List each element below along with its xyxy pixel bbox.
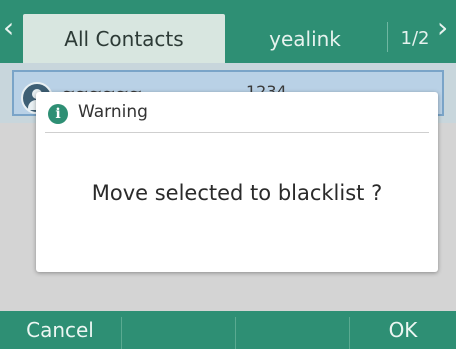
dialog-header: i Warning xyxy=(36,92,438,132)
tab-divider xyxy=(387,22,388,52)
tab-all-contacts[interactable]: All Contacts xyxy=(23,14,225,63)
tab-label: yealink xyxy=(269,26,341,51)
cancel-button[interactable]: Cancel xyxy=(0,311,120,349)
ok-button[interactable]: OK xyxy=(350,311,456,349)
softkey-bar: Cancel OK xyxy=(0,311,456,349)
page-indicator: 1/2 xyxy=(400,28,430,49)
tab-label: All Contacts xyxy=(64,26,184,51)
chevron-left-icon[interactable]: ‹ xyxy=(3,14,14,42)
dialog-divider xyxy=(45,132,429,133)
softkey-3[interactable] xyxy=(236,311,348,349)
softkey-2[interactable] xyxy=(122,311,234,349)
phone-screen: ‹ All Contacts yealink 1/2 › ~~~~~~ 1234… xyxy=(0,0,456,349)
chevron-right-icon[interactable]: › xyxy=(437,14,448,42)
info-icon: i xyxy=(48,104,68,124)
tab-bar: ‹ All Contacts yealink 1/2 › xyxy=(0,0,456,63)
warning-dialog: i Warning Move selected to blacklist ? xyxy=(36,92,438,272)
dialog-title: Warning xyxy=(78,102,148,122)
dialog-message: Move selected to blacklist ? xyxy=(91,181,383,205)
tab-yealink[interactable]: yealink xyxy=(225,14,385,63)
